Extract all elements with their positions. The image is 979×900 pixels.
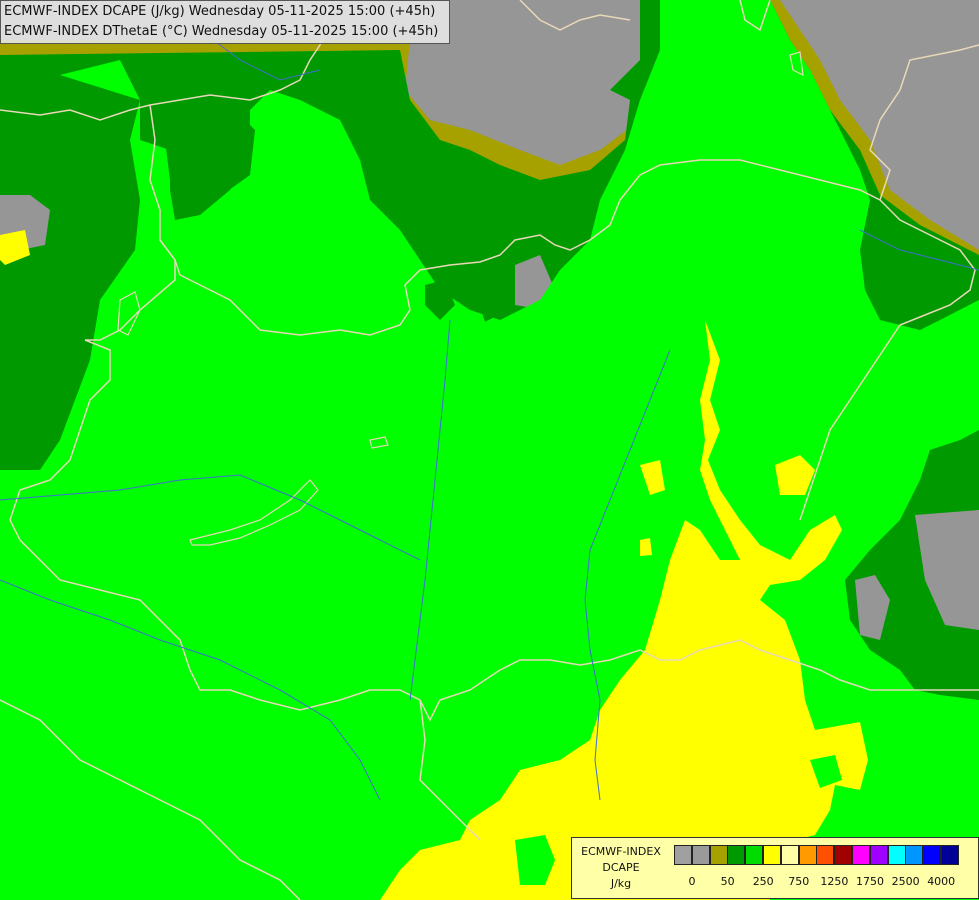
legend-swatch xyxy=(763,845,781,865)
legend-swatch xyxy=(887,845,906,865)
legend-unit: J/kg xyxy=(610,877,632,890)
legend-swatch xyxy=(727,845,746,865)
legend-swatch xyxy=(834,845,853,865)
legend-title-2: DCAPE xyxy=(602,861,640,874)
legend-swatch xyxy=(905,845,924,865)
map-title-box: ECMWF-INDEX DCAPE (J/kg) Wednesday 05-11… xyxy=(0,0,450,44)
legend-swatch xyxy=(780,845,799,865)
dcape-map xyxy=(0,0,979,900)
legend-tick-label: 750 xyxy=(788,875,810,888)
legend-swatch xyxy=(745,845,764,865)
legend-swatch xyxy=(709,845,728,865)
area-yellow-patch-4 xyxy=(640,538,652,556)
legend-swatch xyxy=(869,845,888,865)
legend-tick-label: 1250 xyxy=(820,875,849,888)
legend-swatch xyxy=(852,845,870,865)
legend-swatch xyxy=(691,845,710,865)
legend-tick-label: 50 xyxy=(720,875,735,888)
legend-tick-label: 2500 xyxy=(891,875,920,888)
legend-tick-label: 0 xyxy=(688,875,696,888)
legend-swatch xyxy=(816,845,835,865)
legend-swatch xyxy=(798,845,817,865)
color-legend: ECMWF-INDEX DCAPE J/kg 0 50 250 750 1250 1750… xyxy=(571,837,979,899)
legend-title-1: ECMWF-INDEX xyxy=(581,845,661,858)
legend-tick-label: 4000 xyxy=(927,875,956,888)
title-line-dcape: ECMWF-INDEX DCAPE (J/kg) Wednesday 05-11… xyxy=(4,4,436,19)
title-line-dthetae: ECMWF-INDEX DThetaE (°C) Wednesday 05-11… xyxy=(4,24,439,39)
legend-swatch xyxy=(941,845,959,865)
legend-swatch xyxy=(674,845,692,865)
legend-tick-label: 250 xyxy=(752,875,774,888)
legend-tick-label: 1750 xyxy=(856,875,884,888)
legend-swatch xyxy=(923,845,942,865)
